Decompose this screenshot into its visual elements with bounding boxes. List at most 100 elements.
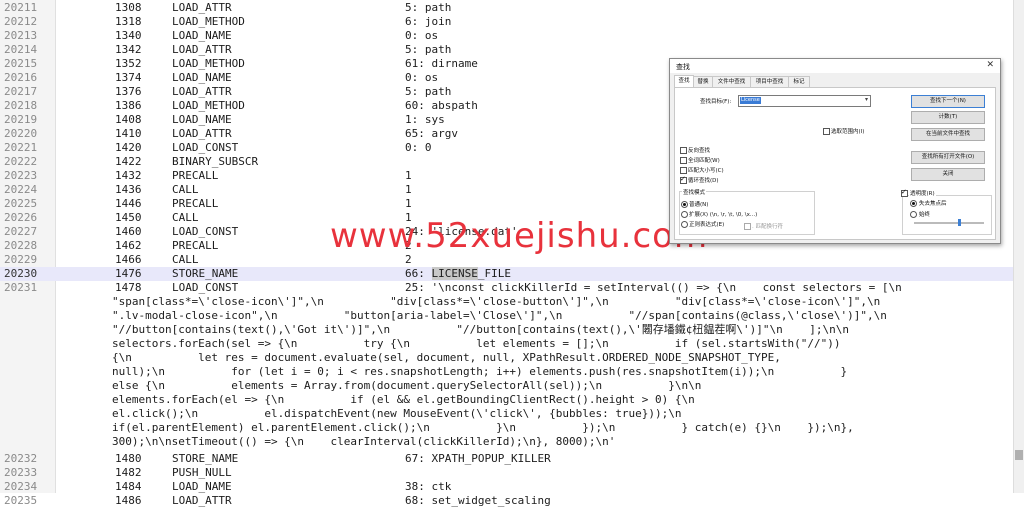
opcode-argument: 0: os bbox=[405, 71, 439, 84]
bytecode-offset: 1422 bbox=[115, 155, 142, 168]
opcode-argument: 60: abspath bbox=[405, 99, 478, 112]
scrollbar-thumb[interactable] bbox=[1015, 450, 1023, 460]
opcode-argument: 5: path bbox=[405, 1, 452, 14]
transparency-slider[interactable] bbox=[914, 222, 984, 224]
transparency-mode-radio[interactable] bbox=[910, 211, 917, 218]
opcode-argument: 1 bbox=[405, 169, 412, 182]
watermark: www.52xuejishu.com bbox=[330, 216, 709, 256]
opcode: LOAD_NAME bbox=[172, 480, 232, 493]
line-number: 20217 bbox=[4, 85, 38, 98]
line-number: 20218 bbox=[4, 99, 38, 112]
bytecode-offset: 1420 bbox=[115, 141, 142, 154]
wrapped-code-segment: "//button[contains(text(),\'Got it\')]",… bbox=[112, 323, 850, 336]
opcode-argument: 0: 0 bbox=[405, 141, 432, 154]
vertical-scrollbar[interactable] bbox=[1013, 0, 1024, 493]
opcode-argument: 5: path bbox=[405, 85, 452, 98]
opcode: CALL bbox=[172, 253, 199, 266]
line-number: 20229 bbox=[4, 253, 38, 266]
wrapped-code-segment: if(el.parentElement) el.parentElement.cl… bbox=[112, 421, 854, 434]
search-mode-radio[interactable] bbox=[681, 201, 688, 208]
close-button[interactable]: 关闭 bbox=[911, 168, 985, 181]
opcode-argument: 1 bbox=[405, 183, 412, 196]
line-number: 20225 bbox=[4, 197, 38, 210]
transparency-mode-radio[interactable] bbox=[910, 200, 917, 207]
dot-newline-label: . 匹配换行符 bbox=[752, 224, 783, 230]
find-target-input[interactable]: License ▾ bbox=[738, 95, 871, 107]
opcode: PRECALL bbox=[172, 169, 219, 182]
find-all-open-button[interactable]: 查找所有打开文件(O) bbox=[911, 151, 985, 164]
option-checkbox[interactable] bbox=[680, 157, 687, 164]
search-mode-radio[interactable] bbox=[681, 211, 688, 218]
transparency-checkbox[interactable] bbox=[901, 188, 908, 197]
opcode: LOAD_ATTR bbox=[172, 127, 232, 140]
opcode-argument: 5: path bbox=[405, 43, 452, 56]
line-number: 20219 bbox=[4, 113, 38, 126]
count-button[interactable]: 计数(T) bbox=[911, 111, 985, 124]
search-mode-label: 普通(N) bbox=[689, 202, 709, 208]
in-selection-label: 选取范围内(I) bbox=[831, 129, 865, 135]
bytecode-offset: 1462 bbox=[115, 239, 142, 252]
search-mode-title: 查找模式 bbox=[682, 188, 707, 196]
option-checkbox[interactable] bbox=[680, 167, 687, 174]
opcode-argument: 38: ctk bbox=[405, 480, 452, 493]
line-number: 20214 bbox=[4, 43, 38, 56]
bytecode-offset: 1482 bbox=[115, 466, 142, 479]
opcode: LOAD_METHOD bbox=[172, 99, 245, 112]
chevron-down-icon[interactable]: ▾ bbox=[865, 96, 868, 103]
option-label: 全词匹配(W) bbox=[688, 158, 720, 164]
current-line[interactable]: 20230 1476 STORE_NAME 66: LICENSE_FILE bbox=[0, 267, 1014, 281]
option-checkbox[interactable] bbox=[680, 175, 687, 184]
transparency-label: 透明度(R) bbox=[909, 189, 936, 197]
code-line[interactable]: 20211 1308 LOAD_ATTR 5: path bbox=[0, 1, 1014, 15]
option-label: 匹配大小写(C) bbox=[688, 168, 724, 174]
dialog-title: 查找 bbox=[676, 63, 690, 71]
bytecode-offset: 1476 bbox=[115, 267, 142, 280]
option-checkbox[interactable] bbox=[680, 147, 687, 154]
code-line[interactable]: 20235 1486 LOAD_ATTR 68: set_widget_scaling bbox=[0, 494, 1014, 508]
code-line[interactable]: 20212 1318 LOAD_METHOD 6: join bbox=[0, 15, 1014, 29]
opcode: LOAD_CONST bbox=[172, 225, 239, 238]
code-line[interactable]: 20214 1342 LOAD_ATTR 5: path bbox=[0, 43, 1014, 57]
bytecode-offset: 1484 bbox=[115, 480, 142, 493]
dot-newline-checkbox[interactable] bbox=[744, 223, 751, 230]
line-number: 20226 bbox=[4, 211, 38, 224]
opcode: CALL bbox=[172, 183, 199, 196]
transparency-mode-label: 失去焦点后 bbox=[919, 201, 947, 207]
line-number: 20227 bbox=[4, 225, 38, 238]
bytecode-offset: 1308 bbox=[115, 1, 142, 14]
bytecode-offset: 1460 bbox=[115, 225, 142, 238]
search-mode-label: 扩展(X) (\n, \r, \t, \0, \x...) bbox=[689, 212, 758, 218]
find-in-current-button[interactable]: 在当前文件中查找 bbox=[911, 128, 985, 141]
line-number: 20215 bbox=[4, 57, 38, 70]
bytecode-offset: 1480 bbox=[115, 452, 142, 465]
line-number: 20233 bbox=[4, 466, 38, 479]
find-next-button[interactable]: 查找下一个(N) bbox=[911, 95, 985, 108]
line-number: 20223 bbox=[4, 169, 38, 182]
search-match-highlight: LICENSE bbox=[431, 267, 478, 280]
code-line[interactable]: 20232 1480 STORE_NAME 67: XPATH_POPUP_KILLE… bbox=[0, 452, 1014, 466]
opcode: STORE_NAME bbox=[172, 267, 239, 280]
line-number: 20222 bbox=[4, 155, 38, 168]
opcode-argument: 61: dirname bbox=[405, 57, 478, 70]
opcode-argument: 65: argv bbox=[405, 127, 458, 140]
transparency-slider-thumb[interactable] bbox=[958, 219, 961, 226]
code-line[interactable]: 20233 1482 PUSH_NULL bbox=[0, 466, 1014, 480]
line-number: 20224 bbox=[4, 183, 38, 196]
bytecode-offset: 1340 bbox=[115, 29, 142, 42]
opcode: CALL bbox=[172, 211, 199, 224]
line-number: 20228 bbox=[4, 239, 38, 252]
search-mode-radio[interactable] bbox=[681, 221, 688, 228]
find-target-label: 查找目标(F): bbox=[700, 99, 732, 105]
bytecode-offset: 1466 bbox=[115, 253, 142, 266]
opcode: LOAD_ATTR bbox=[172, 494, 232, 507]
close-icon[interactable]: ✕ bbox=[986, 60, 994, 70]
code-line[interactable]: 20231 1478 LOAD_CONST 25: '\nconst clickKil… bbox=[0, 281, 1014, 295]
opcode: LOAD_METHOD bbox=[172, 57, 245, 70]
wrapped-code-segment: else {\n elements = Array.from(document.… bbox=[112, 379, 702, 392]
code-line[interactable]: 20213 1340 LOAD_NAME 0: os bbox=[0, 29, 1014, 43]
opcode: LOAD_ATTR bbox=[172, 43, 232, 56]
code-line[interactable]: 20234 1484 LOAD_NAME 38: ctk bbox=[0, 480, 1014, 494]
in-selection-checkbox[interactable] bbox=[823, 128, 830, 135]
argument-suffix: _FILE bbox=[477, 267, 511, 280]
opcode: LOAD_NAME bbox=[172, 113, 232, 126]
